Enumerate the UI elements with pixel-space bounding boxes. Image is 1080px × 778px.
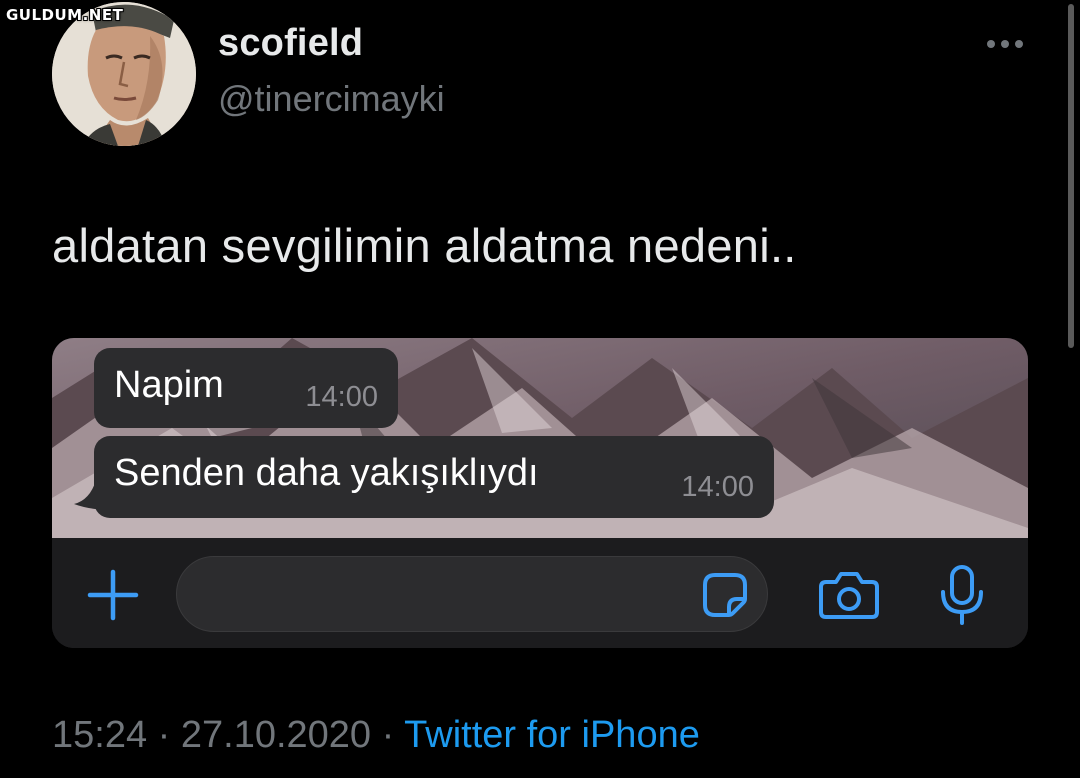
- chat-message-text: Napim: [114, 364, 224, 406]
- microphone-icon[interactable]: [938, 564, 986, 626]
- message-input[interactable]: [176, 556, 768, 632]
- scrollbar[interactable]: [1068, 4, 1074, 348]
- tweet-date[interactable]: 27.10.2020: [181, 714, 371, 756]
- plus-icon[interactable]: [86, 568, 140, 622]
- meta-separator: ·: [147, 714, 181, 756]
- chat-message-time: 14:00: [681, 471, 754, 503]
- chat-message[interactable]: Napim 14:00: [94, 348, 398, 428]
- tweet-media-image[interactable]: Napim 14:00 Senden daha yakışıklıydı 14:…: [52, 338, 1028, 648]
- tweet-meta: 15:24 · 27.10.2020 · Twitter for iPhone: [52, 714, 700, 757]
- tweet-text: aldatan sevgilimin aldatma nedeni..: [52, 219, 797, 272]
- camera-icon[interactable]: [818, 570, 880, 620]
- chat-message-text: Senden daha yakışıklıydı: [114, 452, 539, 494]
- meta-separator: ·: [371, 714, 405, 756]
- chat-message[interactable]: Senden daha yakışıklıydı 14:00: [94, 436, 774, 518]
- site-watermark: GULDUM.NET: [6, 6, 124, 24]
- tweet-source-link[interactable]: Twitter for iPhone: [404, 714, 700, 756]
- chat-message-time: 14:00: [305, 381, 378, 413]
- author-display-name[interactable]: scofield: [218, 22, 363, 65]
- sticker-icon[interactable]: [701, 571, 749, 619]
- author-handle[interactable]: @tinercimayki: [218, 78, 445, 120]
- chat-input-bar: [52, 538, 1028, 648]
- tweet-time[interactable]: 15:24: [52, 714, 147, 756]
- more-options-icon[interactable]: [984, 36, 1026, 52]
